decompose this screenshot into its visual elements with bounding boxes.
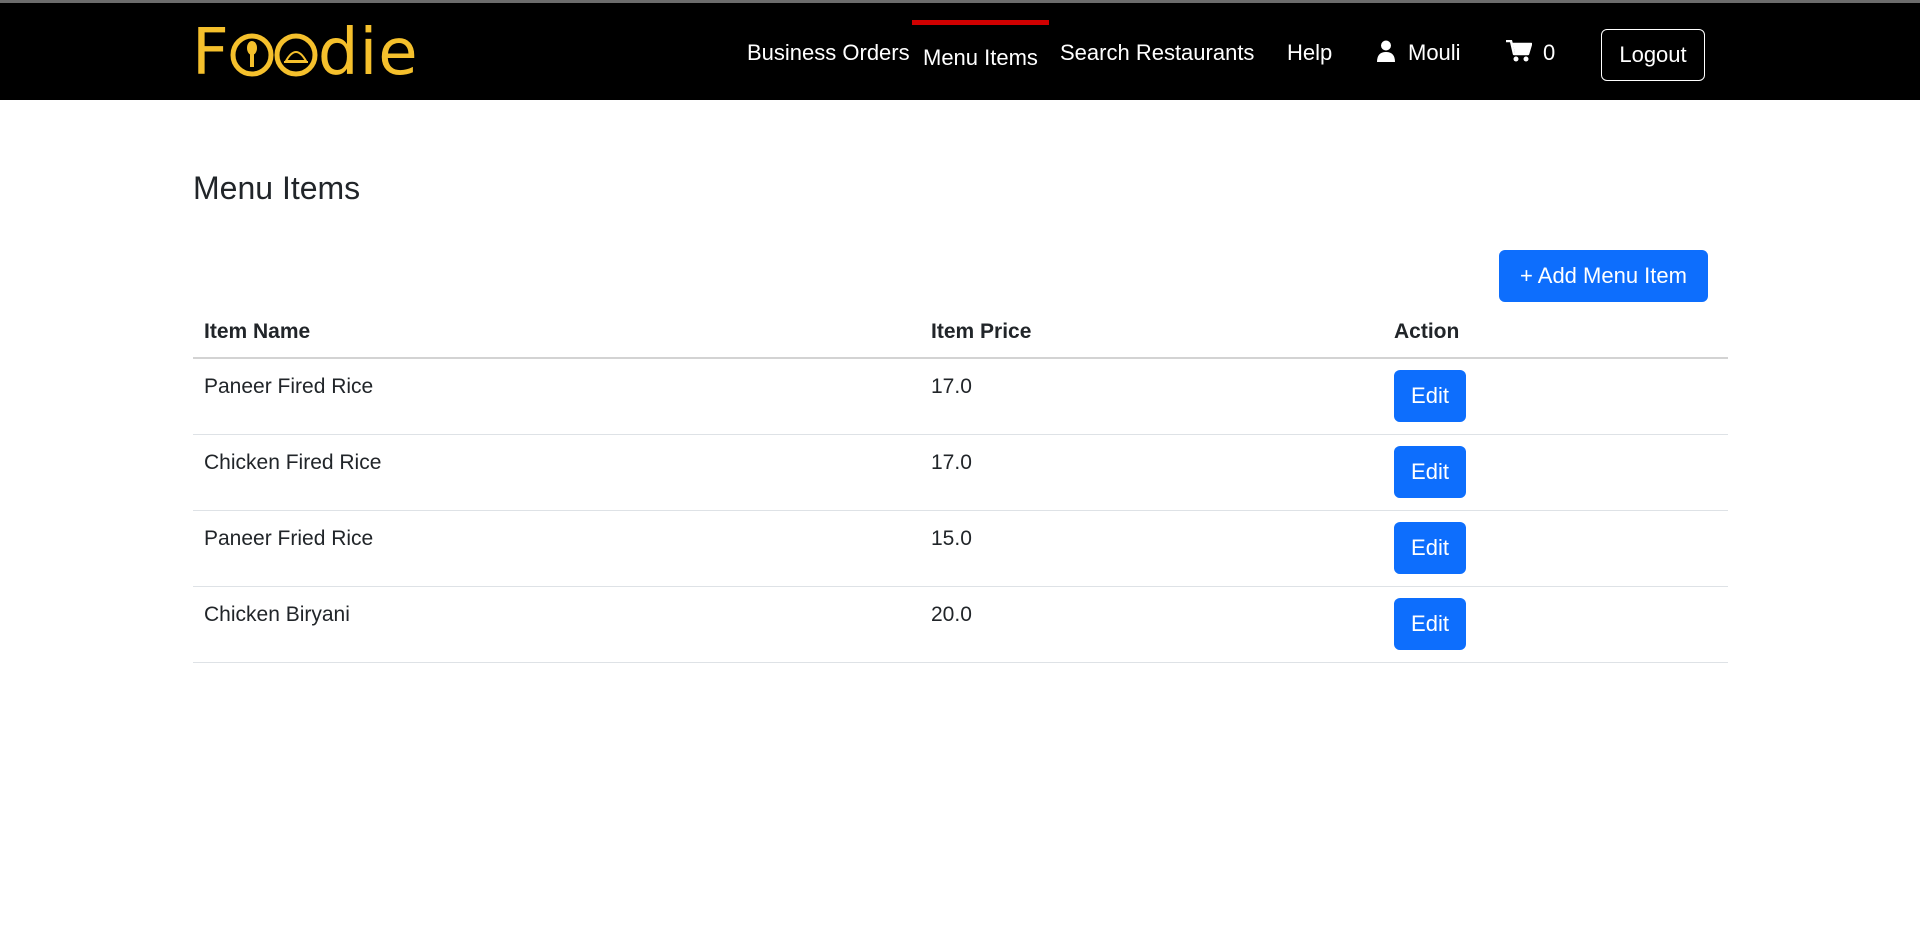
item-price-cell: 17.0 bbox=[931, 450, 972, 474]
table-row: Paneer Fried Rice 15.0 Edit bbox=[193, 510, 1728, 586]
logout-button[interactable]: Logout bbox=[1601, 29, 1705, 81]
menu-items-table: Item Name Item Price Action Paneer Fired… bbox=[193, 306, 1728, 663]
item-name-cell: Chicken Fired Rice bbox=[204, 450, 382, 474]
column-header-item-price: Item Price bbox=[931, 319, 1032, 343]
nav-user-name[interactable]: Mouli bbox=[1408, 39, 1461, 67]
table-row: Chicken Biryani 20.0 Edit bbox=[193, 586, 1728, 662]
item-price-cell: 15.0 bbox=[931, 526, 972, 550]
table-row: Paneer Fired Rice 17.0 Edit bbox=[193, 358, 1728, 434]
edit-button[interactable]: Edit bbox=[1394, 370, 1466, 423]
cart-count[interactable]: 0 bbox=[1543, 39, 1555, 67]
edit-button[interactable]: Edit bbox=[1394, 522, 1466, 574]
action-cell: Edit bbox=[1383, 586, 1728, 662]
logo-cloche-o-icon bbox=[274, 29, 318, 77]
table-row: Chicken Fired Rice 17.0 Edit bbox=[193, 434, 1728, 510]
item-price-cell: 17.0 bbox=[931, 375, 972, 398]
nav-search-restaurants[interactable]: Search Restaurants bbox=[1060, 39, 1254, 67]
page-title: Menu Items bbox=[193, 170, 361, 206]
logo-letter-f: F bbox=[192, 16, 230, 90]
edit-button[interactable]: Edit bbox=[1394, 446, 1466, 498]
foodie-logo[interactable]: F die bbox=[192, 21, 419, 85]
cart-icon[interactable] bbox=[1506, 39, 1533, 67]
logo-fork-spoon-o-icon bbox=[230, 29, 274, 77]
action-cell: Edit bbox=[1383, 510, 1728, 586]
nav-active-indicator bbox=[912, 20, 1049, 25]
item-name-cell: Paneer Fired Rice bbox=[204, 375, 374, 398]
user-icon[interactable] bbox=[1376, 40, 1396, 67]
item-price-cell: 20.0 bbox=[931, 602, 972, 626]
nav-business-orders[interactable]: Business Orders bbox=[747, 39, 910, 67]
item-name-cell: Paneer Fried Rice bbox=[204, 526, 374, 550]
column-header-action: Action bbox=[1394, 319, 1460, 343]
item-name-cell: Chicken Biryani bbox=[204, 602, 350, 626]
navbar: F die Business Orders Menu Items Search … bbox=[0, 3, 1920, 100]
action-cell: Edit bbox=[1383, 358, 1728, 434]
logo-letters-die: die bbox=[317, 16, 419, 90]
add-menu-item-button[interactable]: + Add Menu Item bbox=[1499, 250, 1708, 302]
nav-help[interactable]: Help bbox=[1287, 39, 1332, 67]
column-header-item-name: Item Name bbox=[204, 319, 311, 343]
action-cell: Edit bbox=[1383, 434, 1728, 510]
edit-button[interactable]: Edit bbox=[1394, 598, 1466, 650]
nav-menu-items[interactable]: Menu Items bbox=[923, 44, 1038, 72]
table-header-row: Item Name Item Price Action bbox=[193, 306, 1728, 358]
